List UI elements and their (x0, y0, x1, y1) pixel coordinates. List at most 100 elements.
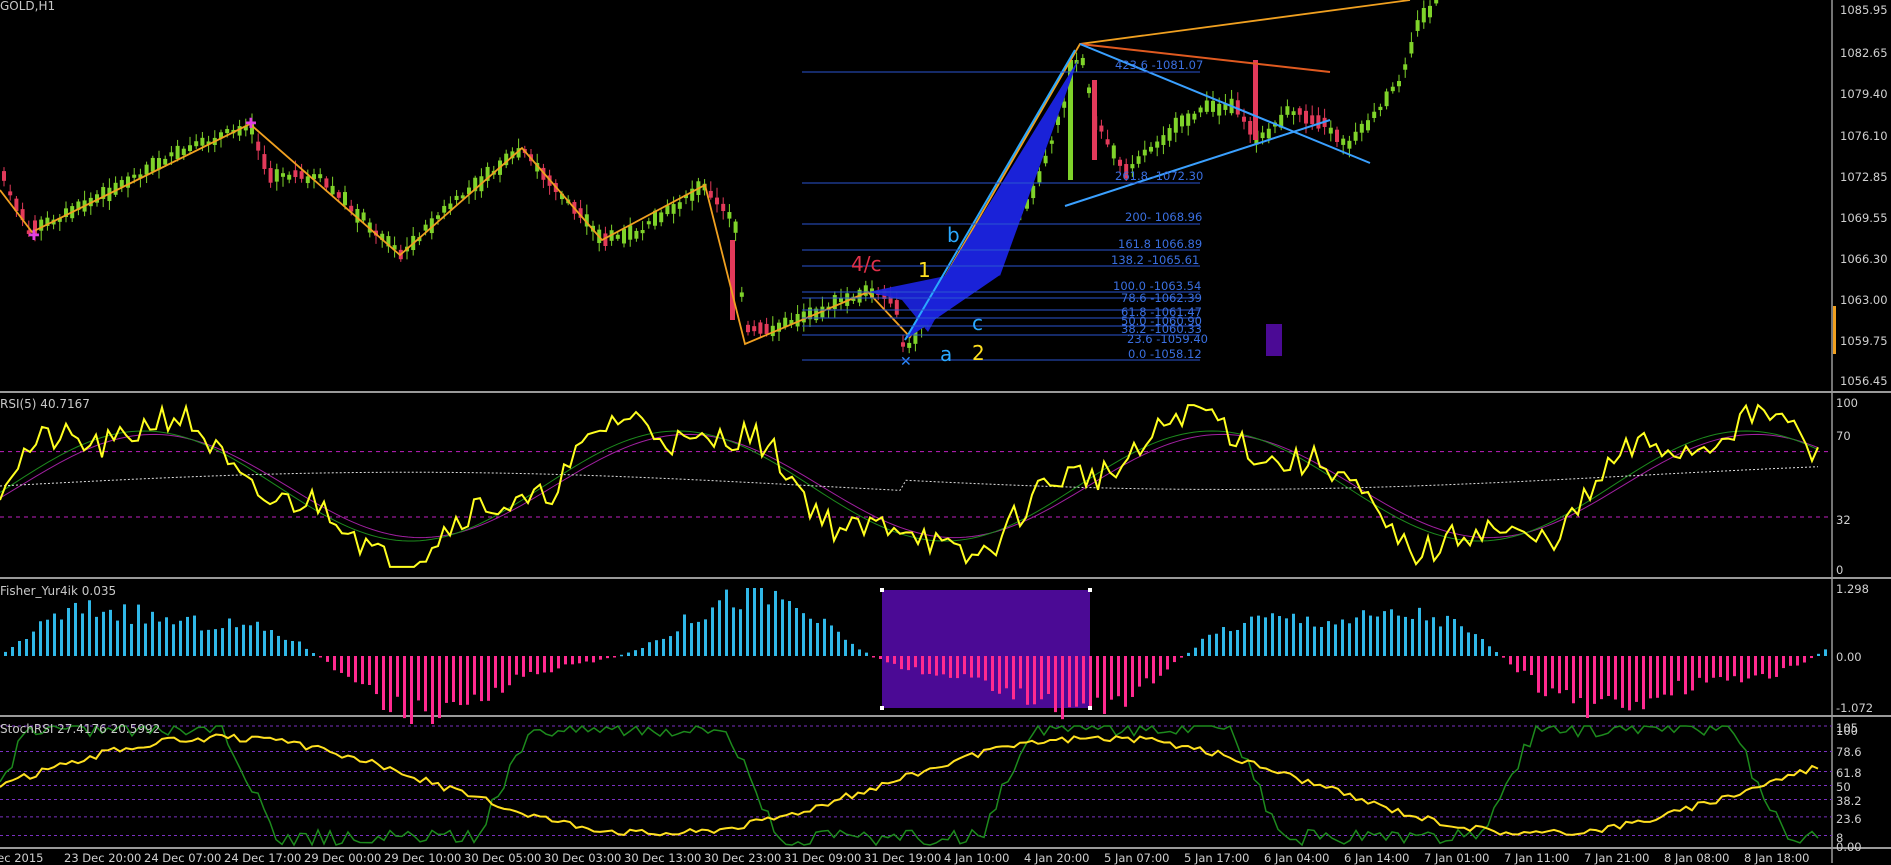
candle-body (194, 141, 199, 147)
fisher-bar (1201, 638, 1204, 656)
time-tick: 7 Jan 11:00 (1504, 851, 1570, 865)
fisher-bar (844, 639, 847, 656)
fisher-bar (1089, 656, 1092, 706)
pivot-marker: ✚ (245, 116, 257, 132)
stoch-tick: 78.6 (1836, 745, 1862, 759)
candle-body (287, 174, 292, 180)
fisher-bar (634, 650, 637, 656)
fisher-tick: 1.298 (1836, 582, 1869, 596)
time-tick: 5 Jan 07:00 (1104, 851, 1170, 865)
fisher-bar (1096, 656, 1099, 698)
stoch-tick: 0.00 (1836, 840, 1862, 854)
fisher-bar (620, 654, 623, 657)
fisher-bar (1194, 647, 1197, 656)
fisher-bar (1299, 623, 1302, 656)
candle-body (305, 176, 310, 184)
chart-canvas[interactable]: ✚ ✚ ✕ (0, 0, 1891, 863)
fisher-bar (1005, 656, 1008, 689)
candle-body (1136, 156, 1141, 164)
candle-body (730, 240, 735, 320)
fisher-bar (1586, 656, 1589, 719)
fisher-bar (858, 649, 861, 656)
fisher-bar (1495, 652, 1498, 656)
fisher-bar (221, 628, 224, 656)
fisher-bar (361, 656, 364, 685)
wave-label-c: c (972, 311, 983, 335)
candle-body (622, 228, 626, 244)
fisher-bar (718, 600, 721, 656)
fisher-bar (1341, 619, 1344, 656)
fisher-bar (1635, 656, 1638, 702)
fib-level-label: 261.8 -1072.30 (1115, 169, 1204, 183)
time-tick: 4 Jan 20:00 (1024, 851, 1090, 865)
candle-body (281, 173, 285, 177)
fisher-bar (977, 656, 980, 678)
fisher-bar (319, 656, 322, 658)
time-tick: 29 Dec 00:00 (304, 851, 382, 865)
fisher-bar (1159, 656, 1162, 676)
fisher-bar (1768, 656, 1771, 679)
fisher-bar (1593, 656, 1596, 704)
fisher-bar (438, 656, 441, 719)
fisher-bar (1411, 618, 1414, 656)
fisher-bar (781, 599, 784, 656)
fisher-bar (1327, 621, 1330, 656)
fisher-bar (11, 646, 14, 656)
candle-body (746, 324, 750, 333)
time-tick: 5 Jan 17:00 (1184, 851, 1250, 865)
candle-body (752, 326, 757, 332)
fisher-bar (165, 617, 168, 656)
candle-body (1310, 115, 1315, 125)
candle-body (293, 170, 298, 178)
time-tick: 31 Dec 09:00 (784, 851, 862, 865)
fisher-bar (123, 604, 126, 656)
fisher-bar (697, 621, 700, 656)
fisher-bar (1320, 626, 1323, 656)
fisher-bar (851, 643, 854, 656)
fisher-bar (1600, 656, 1603, 700)
candle-body (1403, 64, 1408, 70)
fisher-bar (4, 651, 7, 656)
fisher-bar (88, 600, 91, 656)
fisher-bar (1621, 656, 1624, 708)
price-tick: 1076.10 (1840, 129, 1888, 143)
fisher-bar (1425, 620, 1428, 656)
fisher-bar (410, 656, 413, 724)
fisher-bar (172, 624, 175, 656)
fisher-bar (676, 631, 679, 656)
fisher-bar (1614, 656, 1617, 700)
candle-body (1397, 81, 1401, 87)
pivot-marker: ✕ (900, 354, 912, 370)
fisher-bar (949, 656, 952, 678)
highlight-box-handle (880, 706, 884, 710)
trading-chart[interactable]: ✚ ✚ ✕ GOLD,H1 1085.95 1082.65 1079.40 1076… (0, 0, 1891, 865)
fisher-bar (1383, 611, 1386, 656)
fisher-bar (788, 601, 791, 656)
fisher-bar (1215, 633, 1218, 656)
candle-body (274, 169, 279, 182)
fisher-bar (928, 656, 931, 674)
fisher-bar (67, 607, 70, 656)
candle-body (113, 182, 118, 195)
fisher-bar (1705, 656, 1708, 683)
fib-level-label: 138.2 -1065.61 (1111, 253, 1200, 267)
fisher-bar (704, 619, 707, 656)
fisher-bar (641, 648, 644, 656)
fisher-bar (445, 656, 448, 703)
candle-body (640, 230, 645, 234)
candle-body (1204, 100, 1209, 112)
time-tick: 6 Jan 14:00 (1344, 851, 1410, 865)
fisher-bar (739, 609, 742, 656)
fisher-bar (760, 588, 763, 656)
candle-body (1285, 106, 1290, 115)
candle-body (256, 141, 261, 151)
fisher-bar (1110, 656, 1113, 700)
fisher-bar (95, 616, 98, 656)
fisher-bar (1313, 626, 1316, 656)
fisher-bar (914, 656, 917, 668)
fisher-bar (284, 639, 287, 656)
fisher-bar (921, 656, 924, 675)
fisher-bar (1180, 656, 1183, 658)
fisher-bar (543, 656, 546, 673)
candle-body (1130, 164, 1135, 169)
